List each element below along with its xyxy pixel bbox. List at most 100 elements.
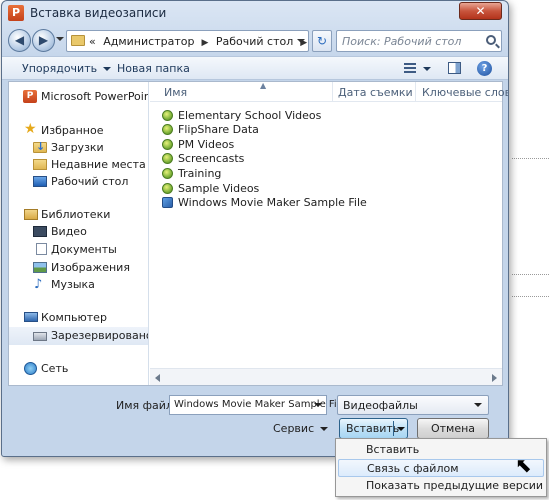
search-placeholder: Поиск: Рабочий стол [342, 35, 462, 48]
sidebar-item-label: Документы [51, 243, 117, 256]
organize-label: Упорядочить [22, 62, 98, 75]
column-header-name[interactable]: Имя [164, 86, 187, 99]
search-input[interactable]: Поиск: Рабочий стол [336, 30, 502, 52]
sidebar-item-label: Зарезервировано сис [51, 329, 149, 342]
file-type-select[interactable]: Видеофайлы [337, 395, 489, 415]
title-bar: P Вставка видеозаписи ✕ [2, 1, 508, 25]
sidebar-item-recent-places[interactable]: Недавние места [9, 156, 148, 174]
sidebar-item-downloads[interactable]: Загрузки [9, 139, 148, 157]
horizontal-scrollbar[interactable] [150, 368, 502, 385]
sidebar-item-label: Microsoft PowerPoint [41, 90, 149, 103]
navigation-pane: P Microsoft PowerPoint ★ Избранное Загру… [9, 82, 149, 385]
tools-menu-button[interactable]: Сервис [273, 422, 329, 435]
recent-pages-dropdown-icon[interactable] [56, 37, 64, 41]
chevron-down-icon[interactable] [314, 403, 322, 407]
browser-content: P Microsoft PowerPoint ★ Избранное Загру… [8, 81, 508, 386]
mouse-cursor-icon: ⬉ [515, 453, 532, 477]
insert-split-button[interactable]: Вставить [339, 418, 408, 439]
menu-item-insert[interactable]: Вставить [338, 441, 544, 459]
sidebar-item-label: Сеть [41, 362, 69, 375]
background-guide-line [512, 158, 549, 159]
breadcrumb-item-desktop[interactable]: Рабочий стол [216, 35, 293, 48]
search-icon[interactable] [486, 35, 496, 45]
new-folder-button[interactable]: Новая папка [117, 62, 190, 75]
sidebar-item-label: Библиотеки [41, 208, 111, 221]
sidebar-item-label: Рабочий стол [51, 175, 129, 188]
documents-icon [36, 243, 47, 255]
library-folder-icon [162, 153, 173, 164]
sidebar-item-computer[interactable]: Компьютер [9, 309, 148, 327]
refresh-button[interactable]: ↻ [312, 30, 332, 52]
scroll-left-icon[interactable] [155, 374, 160, 382]
file-list: ▲ Имя Дата съемки Ключевые слова Element… [150, 81, 508, 385]
file-name: Windows Movie Maker Sample File [178, 196, 367, 209]
close-button[interactable]: ✕ [459, 2, 502, 20]
change-view-icon[interactable] [404, 63, 416, 74]
view-options-dropdown-icon[interactable] [423, 67, 431, 71]
folder-icon [71, 35, 85, 46]
menu-item-label: Показать предыдущие версии [366, 479, 544, 492]
drive-icon [33, 332, 47, 341]
address-bar[interactable]: « Администратор ▶ Рабочий стол ▶ [66, 30, 309, 52]
star-icon: ★ [24, 121, 37, 137]
dialog-title: Вставка видеозаписи [30, 6, 167, 20]
file-name: PM Videos [178, 138, 235, 151]
sidebar-item-desktop[interactable]: Рабочий стол [9, 173, 148, 191]
sidebar-item-pictures[interactable]: Изображения [9, 259, 148, 277]
sidebar-item-documents[interactable]: Документы [9, 241, 148, 259]
cancel-button[interactable]: Отмена [417, 418, 489, 439]
libraries-icon [24, 209, 38, 220]
tools-label: Сервис [273, 422, 315, 435]
address-dropdown-icon[interactable] [297, 39, 305, 43]
background-guide-line [512, 296, 549, 297]
forward-button[interactable]: ▶ [32, 29, 55, 52]
pictures-icon [33, 262, 47, 273]
split-divider [393, 421, 394, 436]
help-icon[interactable]: ? [477, 61, 492, 76]
breadcrumb-overflow[interactable]: « [89, 35, 96, 48]
sidebar-item-network[interactable]: Сеть [9, 360, 148, 378]
sidebar-item-reserved-drive[interactable]: Зарезервировано сис [9, 327, 149, 345]
menu-item-show-previous-versions[interactable]: Показать предыдущие версии [338, 477, 544, 495]
menu-item-link-to-file[interactable]: Связь с файлом [338, 459, 544, 477]
column-header-date[interactable]: Дата съемки [338, 86, 413, 99]
menu-item-label: Вставить [366, 443, 420, 456]
column-header-keywords[interactable]: Ключевые слова [422, 86, 508, 99]
preview-pane-icon[interactable] [448, 62, 461, 74]
breadcrumb-item-administrator[interactable]: Администратор [103, 35, 194, 48]
back-button[interactable]: ◀ [8, 29, 31, 52]
chevron-right-icon[interactable]: ▶ [201, 38, 208, 48]
menu-item-label: Связь с файлом [367, 462, 459, 475]
library-folder-icon [162, 124, 173, 135]
library-folder-icon [162, 183, 173, 194]
downloads-folder-icon [33, 140, 47, 153]
sidebar-item-music[interactable]: ♪ Музыка [9, 276, 148, 294]
scroll-right-icon[interactable] [492, 374, 497, 382]
sidebar-item-label: Музыка [51, 278, 95, 291]
breadcrumb: « Администратор ▶ Рабочий стол ▶ [89, 35, 311, 48]
file-name: FlipShare Data [178, 123, 259, 136]
sort-ascending-icon: ▲ [260, 81, 267, 90]
library-folder-icon [162, 168, 173, 179]
filename-field[interactable]: Windows Movie Maker Sample File [169, 395, 346, 415]
sidebar-item-label: Недавние места [51, 158, 146, 171]
sidebar-item-favorites[interactable]: ★ Избранное [9, 121, 148, 140]
insert-options-arrow-icon[interactable] [397, 427, 405, 431]
computer-icon [24, 312, 38, 322]
library-folder-icon [162, 110, 173, 121]
file-name: Elementary School Videos [178, 109, 322, 122]
chevron-down-icon [474, 403, 482, 407]
sidebar-item-label: Загрузки [51, 141, 104, 154]
sidebar-item-label: Изображения [51, 261, 130, 274]
sidebar-item-video[interactable]: Видео [9, 223, 148, 241]
background-guide-line [512, 274, 549, 275]
command-toolbar: Упорядочить Новая папка ? [2, 56, 508, 80]
column-divider[interactable] [415, 82, 416, 102]
video-library-icon [33, 226, 47, 237]
sidebar-item-libraries[interactable]: Библиотеки [9, 206, 148, 224]
organize-menu-button[interactable]: Упорядочить [22, 62, 112, 75]
network-icon [24, 362, 37, 375]
sidebar-item-powerpoint[interactable]: P Microsoft PowerPoint [9, 88, 149, 106]
insert-button-label[interactable]: Вставить [346, 422, 399, 435]
column-divider[interactable] [332, 82, 333, 102]
